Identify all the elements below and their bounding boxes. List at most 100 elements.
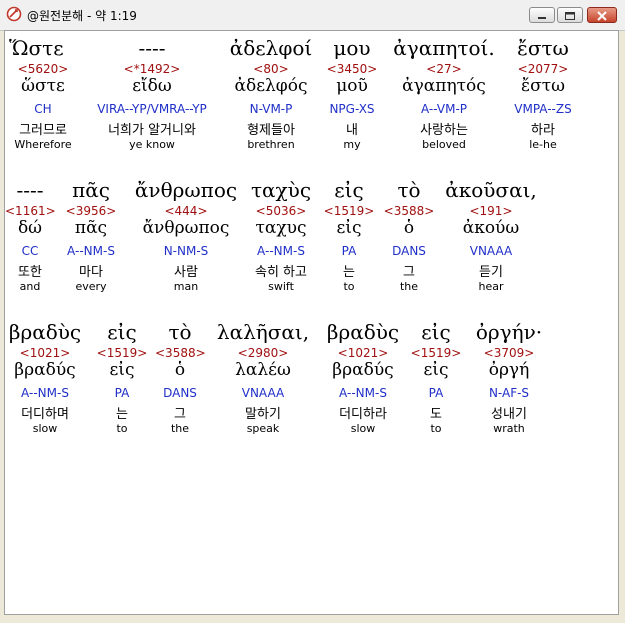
- korean-gloss: 내: [346, 123, 358, 138]
- english-gloss: the: [170, 422, 190, 435]
- english-gloss: hear: [478, 280, 504, 293]
- korean-gloss: 그러므로: [19, 123, 67, 138]
- greek-word: εἰς: [421, 320, 451, 344]
- lexical-form: βραδύς: [332, 360, 394, 380]
- parsing-code: VNAAA: [469, 244, 513, 258]
- word-block[interactable]: εἰς <1519> εἰς PA 도 to: [409, 319, 463, 435]
- korean-gloss: 형제들아: [247, 123, 295, 138]
- word-block[interactable]: ἀδελφοί <80> ἀδελφός N-VM-P 형제들아 brethre…: [223, 35, 319, 151]
- analysis-pane: Ὥστε <5620> ὥστε CH 그러므로 Wherefore ---- …: [4, 30, 619, 615]
- lexical-form: ἄνθρωπος: [142, 218, 230, 238]
- strong-number: <1161>: [5, 204, 56, 218]
- parsing-code: CC: [21, 244, 39, 258]
- close-icon: [597, 11, 607, 21]
- strong-number: <*1492>: [123, 62, 181, 76]
- lexical-form: ὁ: [403, 218, 415, 238]
- english-gloss: and: [19, 280, 41, 293]
- word-block[interactable]: τὸ <3588> ὁ DANS 그 the: [379, 177, 439, 293]
- parsing-code: N-VM-P: [249, 102, 293, 116]
- word-block[interactable]: μου <3450> μοῦ NPG-XS 내 my: [323, 35, 381, 151]
- strong-number: <5036>: [255, 204, 307, 218]
- korean-gloss: 는: [116, 407, 128, 422]
- parsing-code: A--NM-S: [21, 386, 69, 400]
- korean-gloss: 너희가 알거니와: [108, 123, 196, 138]
- greek-word: λαλῆσαι,: [216, 320, 310, 344]
- parsing-code: VMPA--ZS: [514, 102, 572, 116]
- english-gloss: my: [343, 138, 361, 151]
- word-block[interactable]: λαλῆσαι, <2980> λαλέω VNAAA 말하기 speak: [211, 319, 315, 435]
- word-block[interactable]: βραδὺς <1021> βραδύς A--NM-S 더디하라 slow: [321, 319, 405, 435]
- verse-row: ---- <1161> δώ CC 또한 and πᾶς <3956> πᾶς …: [5, 177, 618, 293]
- korean-gloss: 사람: [174, 265, 198, 280]
- lexical-form: εἰς: [423, 360, 449, 380]
- parsing-code: VIRA--YP/VMRA--YP: [97, 102, 207, 116]
- english-gloss: slow: [350, 422, 376, 435]
- english-gloss: swift: [268, 280, 294, 293]
- strong-number: <444>: [164, 204, 208, 218]
- greek-word: βραδὺς: [326, 320, 400, 344]
- lexical-form: ἔστω: [521, 76, 565, 96]
- word-block[interactable]: βραδὺς <1021> βραδύς A--NM-S 더디하며 slow: [5, 319, 85, 435]
- greek-word: ἄνθρωπος: [134, 178, 238, 202]
- korean-gloss: 마다: [79, 265, 103, 280]
- word-block[interactable]: ἄνθρωπος <444> ἄνθρωπος N-NM-S 사람 man: [125, 177, 247, 293]
- word-block[interactable]: τὸ <3588> ὁ DANS 그 the: [155, 319, 206, 435]
- parsing-code: DANS: [392, 244, 426, 258]
- parsing-code: A--NM-S: [339, 386, 387, 400]
- lexical-form: ἀγαπητός: [402, 76, 486, 96]
- english-gloss: slow: [32, 422, 58, 435]
- strong-number: <1519>: [323, 204, 375, 218]
- greek-word: ταχὺς: [250, 178, 312, 202]
- word-block[interactable]: ---- <*1492> εἴδω VIRA--YP/VMRA--YP 너희가 …: [87, 35, 217, 151]
- english-gloss: speak: [246, 422, 280, 435]
- word-block[interactable]: πᾶς <3956> πᾶς A--NM-S 마다 every: [61, 177, 121, 293]
- verse-row: βραδὺς <1021> βραδύς A--NM-S 더디하며 slow ε…: [5, 319, 618, 435]
- greek-word: μου: [333, 36, 371, 60]
- word-block[interactable]: εἰς <1519> εἰς PA 는 to: [93, 319, 151, 435]
- strong-number: <1519>: [96, 346, 148, 360]
- parsing-code: DANS: [163, 386, 197, 400]
- word-block[interactable]: Ὥστε <5620> ὥστε CH 그러므로 Wherefore: [5, 35, 81, 151]
- word-block[interactable]: ---- <1161> δώ CC 또한 and: [5, 177, 56, 293]
- word-block[interactable]: ἀγαπητοί. <27> ἀγαπητός A--VM-P 사랑하는 bel…: [385, 35, 503, 151]
- strong-number: <3588>: [155, 346, 206, 360]
- word-block[interactable]: ταχὺς <5036> ταχυς A--NM-S 속히 하고 swift: [249, 177, 313, 293]
- korean-gloss: 는: [343, 265, 355, 280]
- lexical-form: λαλέω: [235, 360, 291, 380]
- english-gloss: wrath: [493, 422, 525, 435]
- korean-gloss: 듣기: [479, 265, 503, 280]
- strong-number: <1519>: [410, 346, 462, 360]
- korean-gloss: 사랑하는: [420, 123, 468, 138]
- greek-word: τὸ: [168, 320, 192, 344]
- minimize-icon: [538, 17, 546, 19]
- korean-gloss: 더디하며: [21, 407, 69, 422]
- greek-word: ἔστω: [517, 36, 569, 60]
- minimize-button[interactable]: [529, 7, 555, 23]
- lexical-form: ὁ: [174, 360, 186, 380]
- word-block[interactable]: ἀκοῦσαι, <191> ἀκούω VNAAA 듣기 hear: [443, 177, 539, 293]
- word-block[interactable]: ὀργήν· <3709> ὀργή N-AF-S 성내기 wrath: [469, 319, 549, 435]
- word-block[interactable]: εἰς <1519> εἰς PA 는 to: [321, 177, 377, 293]
- close-button[interactable]: [587, 7, 617, 23]
- verse-row: Ὥστε <5620> ὥστε CH 그러므로 Wherefore ---- …: [5, 35, 618, 151]
- parsing-code: NPG-XS: [329, 102, 375, 116]
- english-gloss: Wherefore: [14, 138, 72, 151]
- greek-word: ἀκοῦσαι,: [445, 178, 537, 202]
- strong-number: <1021>: [337, 346, 389, 360]
- parsing-code: PA: [428, 386, 444, 400]
- strong-number: <5620>: [17, 62, 69, 76]
- lexical-form: βραδύς: [14, 360, 76, 380]
- strong-number: <80>: [253, 62, 289, 76]
- lexical-form: ὀργή: [488, 360, 530, 380]
- word-block[interactable]: ἔστω <2077> ἔστω VMPA--ZS 하라 le-he: [507, 35, 579, 151]
- greek-word: τὸ: [397, 178, 421, 202]
- greek-word: ὀργήν·: [475, 320, 543, 344]
- app-icon: [6, 6, 22, 22]
- lexical-form: ὥστε: [21, 76, 65, 96]
- strong-number: <3588>: [383, 204, 435, 218]
- lexical-form: εἰς: [336, 218, 362, 238]
- lexical-form: εἴδω: [132, 76, 172, 96]
- maximize-button[interactable]: [557, 7, 583, 23]
- strong-number: <27>: [426, 62, 462, 76]
- korean-gloss: 말하기: [245, 407, 281, 422]
